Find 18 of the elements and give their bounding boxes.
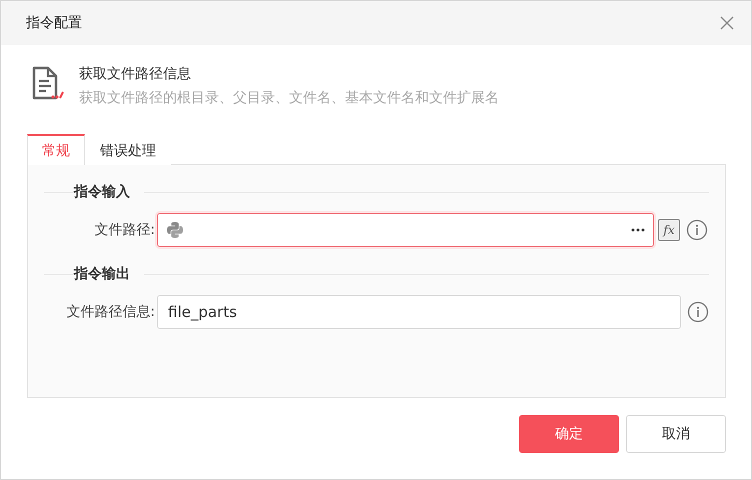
text-input[interactable]: file_parts <box>166 302 672 322</box>
command-description: 获取文件路径的根目录、父目录、文件名、基本文件名和文件扩展名 <box>79 89 499 107</box>
expression-button[interactable]: fx <box>658 219 680 241</box>
input-field[interactable]: file_parts <box>157 295 681 329</box>
close-button[interactable] <box>719 15 735 31</box>
tab[interactable]: 常规 <box>27 134 85 165</box>
section-title: 指令输入 <box>74 183 131 201</box>
window-title: 指令配置 <box>26 14 82 32</box>
python-icon <box>166 221 184 239</box>
command-title: 获取文件路径信息 <box>79 65 192 83</box>
field-label: 文件路径信息: <box>65 303 156 321</box>
field-label: 文件路径: <box>93 221 156 239</box>
section-title: 指令输出 <box>74 265 131 283</box>
info-icon[interactable] <box>686 219 708 241</box>
info-icon[interactable] <box>687 301 709 323</box>
input-field[interactable] <box>157 213 654 247</box>
cancel-button[interactable]: 取消 <box>626 415 726 453</box>
more-icon[interactable] <box>631 228 645 232</box>
